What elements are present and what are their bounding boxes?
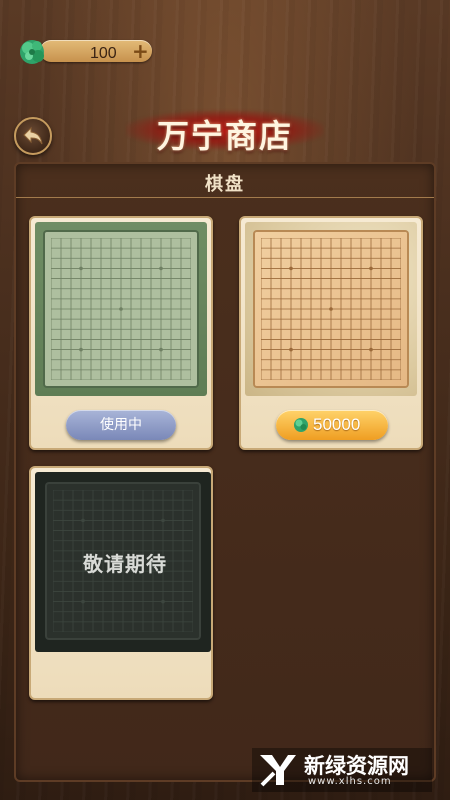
board-preview-dark: 敬请期待 [35,472,211,652]
panel-header: 棋盘 [16,164,434,198]
currency-pill: 100 + [40,40,152,62]
price-label: 50000 [313,415,361,434]
board-preview-green [35,222,207,396]
board-item-green[interactable]: 使用中 [29,216,213,450]
section-title: 棋盘 [205,174,245,195]
back-arrow-icon [23,126,43,145]
board-grid [261,238,401,380]
shop-title-banner: 万宁商店 [126,104,324,156]
watermark: 新绿资源网 www.xlhs.com [252,748,432,792]
shop-panel: 棋盘 使用中 50000 敬请期待 [14,162,436,782]
board-grid [51,238,191,380]
board-preview-wood [245,222,417,396]
board-item-wood[interactable]: 50000 [239,216,423,450]
add-currency-button[interactable]: + [132,41,149,61]
board-item-coming-soon: 敬请期待 [29,466,213,700]
jade-coin-icon [294,418,308,432]
watermark-url: www.xlhs.com [308,776,392,787]
jade-coin-icon [18,37,48,65]
back-button[interactable] [14,117,52,155]
in-use-button[interactable]: 使用中 [66,410,176,440]
page-title: 万宁商店 [156,117,293,155]
coming-soon-label: 敬请期待 [83,552,167,576]
currency-bar: 100 + [18,37,154,65]
watermark-logo-icon [260,755,296,787]
buy-button[interactable]: 50000 [276,410,388,440]
